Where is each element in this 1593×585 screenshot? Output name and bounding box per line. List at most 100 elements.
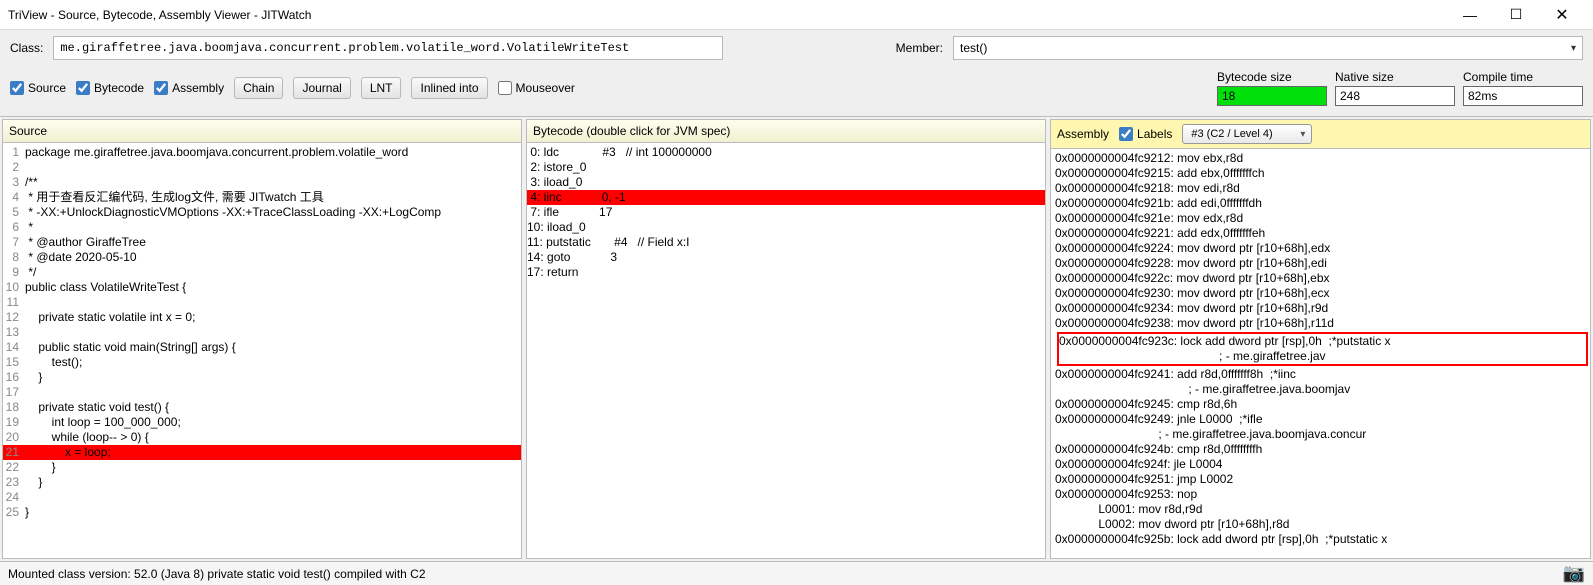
bytecode-line[interactable]: 7: ifle 17 xyxy=(527,205,1045,220)
line-text: int loop = 100_000_000; xyxy=(25,415,521,430)
source-line[interactable]: 13 xyxy=(3,325,521,340)
source-line[interactable]: 9 */ xyxy=(3,265,521,280)
bytecode-view[interactable]: 0: ldc #3 // int 100000000 2: istore_0 3… xyxy=(527,143,1045,558)
source-line[interactable]: 2 xyxy=(3,160,521,175)
source-line[interactable]: 1package me.giraffetree.java.boomjava.co… xyxy=(3,145,521,160)
line-text: } xyxy=(25,505,521,520)
line-number: 21 xyxy=(3,445,25,460)
source-line[interactable]: 21 x = loop; xyxy=(3,445,521,460)
assembly-line[interactable]: ; - me.giraffetree.java.boomjav xyxy=(1055,382,1590,397)
bytecode-line[interactable]: 14: goto 3 xyxy=(527,250,1045,265)
assembly-line[interactable]: 0x0000000004fc9218: mov edi,r8d xyxy=(1055,181,1590,196)
status-bar: Mounted class version: 52.0 (Java 8) pri… xyxy=(0,561,1593,585)
labels-checkbox[interactable]: Labels xyxy=(1119,127,1172,141)
source-line[interactable]: 14 public static void main(String[] args… xyxy=(3,340,521,355)
source-line[interactable]: 23 } xyxy=(3,475,521,490)
minimize-button[interactable]: — xyxy=(1447,0,1493,30)
bytecode-line[interactable]: 0: ldc #3 // int 100000000 xyxy=(527,145,1045,160)
line-text: test(); xyxy=(25,355,521,370)
line-text: public class VolatileWriteTest { xyxy=(25,280,521,295)
assembly-line[interactable]: 0x0000000004fc9245: cmp r8d,6h xyxy=(1055,397,1590,412)
assembly-line[interactable]: 0x0000000004fc921b: add edi,0fffffffdh xyxy=(1055,196,1590,211)
line-text xyxy=(25,160,521,175)
assembly-line[interactable]: 0x0000000004fc9230: mov dword ptr [r10+6… xyxy=(1055,286,1590,301)
assembly-line[interactable]: ; - me.giraffetree.jav xyxy=(1059,349,1586,364)
assembly-line[interactable]: 0x0000000004fc9249: jnle L0000 ;*ifle xyxy=(1055,412,1590,427)
camera-icon[interactable]: 📷 xyxy=(1563,563,1585,584)
source-line[interactable]: 8 * @date 2020-05-10 xyxy=(3,250,521,265)
bytecode-line[interactable]: 4: iinc 0, -1 xyxy=(527,190,1045,205)
native-size-value: 248 xyxy=(1335,86,1455,106)
assembly-line[interactable]: ; - me.giraffetree.java.boomjava.concur xyxy=(1055,427,1590,442)
line-number: 24 xyxy=(3,490,25,505)
line-number: 11 xyxy=(3,295,25,310)
assembly-line[interactable]: 0x0000000004fc9212: mov ebx,r8d xyxy=(1055,151,1590,166)
bytecode-line[interactable]: 2: istore_0 xyxy=(527,160,1045,175)
member-select[interactable]: test() ▾ xyxy=(953,36,1583,60)
source-line[interactable]: 17 xyxy=(3,385,521,400)
lnt-button[interactable]: LNT xyxy=(361,77,402,99)
assembly-checkbox[interactable]: Assembly xyxy=(154,81,224,95)
source-line[interactable]: 25} xyxy=(3,505,521,520)
source-line[interactable]: 19 int loop = 100_000_000; xyxy=(3,415,521,430)
source-line[interactable]: 6 * xyxy=(3,220,521,235)
source-line[interactable]: 3/** xyxy=(3,175,521,190)
source-code-view[interactable]: 1package me.giraffetree.java.boomjava.co… xyxy=(3,143,521,558)
assembly-line[interactable]: 0x0000000004fc924b: cmp r8d,0ffffffffh xyxy=(1055,442,1590,457)
assembly-line[interactable]: L0002: mov dword ptr [r10+68h],r8d xyxy=(1055,517,1590,532)
line-number: 17 xyxy=(3,385,25,400)
assembly-line[interactable]: 0x0000000004fc9224: mov dword ptr [r10+6… xyxy=(1055,241,1590,256)
assembly-line[interactable]: L0001: mov r8d,r9d xyxy=(1055,502,1590,517)
source-checkbox[interactable]: Source xyxy=(10,81,66,95)
line-text: */ xyxy=(25,265,521,280)
assembly-line[interactable]: 0x0000000004fc923c: lock add dword ptr [… xyxy=(1059,334,1586,349)
line-text: } xyxy=(25,370,521,385)
source-line[interactable]: 12 private static volatile int x = 0; xyxy=(3,310,521,325)
bytecode-line[interactable]: 17: return xyxy=(527,265,1045,280)
source-line[interactable]: 18 private static void test() { xyxy=(3,400,521,415)
assembly-pane: Assembly Labels #3 (C2 / Level 4) 0x0000… xyxy=(1050,119,1591,559)
line-number: 15 xyxy=(3,355,25,370)
assembly-line[interactable]: 0x0000000004fc9238: mov dword ptr [r10+6… xyxy=(1055,316,1590,331)
class-input[interactable] xyxy=(53,36,723,60)
assembly-line[interactable]: 0x0000000004fc922c: mov dword ptr [r10+6… xyxy=(1055,271,1590,286)
assembly-line[interactable]: 0x0000000004fc9253: nop xyxy=(1055,487,1590,502)
inlined-into-button[interactable]: Inlined into xyxy=(411,77,487,99)
source-line[interactable]: 5 * -XX:+UnlockDiagnosticVMOptions -XX:+… xyxy=(3,205,521,220)
chain-button[interactable]: Chain xyxy=(234,77,283,99)
assembly-view[interactable]: 0x0000000004fc9212: mov ebx,r8d0x0000000… xyxy=(1051,149,1590,558)
compile-time-stat: Compile time 82ms xyxy=(1463,70,1583,106)
close-button[interactable]: ✕ xyxy=(1539,0,1585,30)
assembly-line[interactable]: 0x0000000004fc921e: mov edx,r8d xyxy=(1055,211,1590,226)
compilation-select[interactable]: #3 (C2 / Level 4) xyxy=(1182,124,1312,144)
source-line[interactable]: 24 xyxy=(3,490,521,505)
assembly-line[interactable]: 0x0000000004fc9215: add ebx,0fffffffch xyxy=(1055,166,1590,181)
line-number: 2 xyxy=(3,160,25,175)
assembly-line[interactable]: 0x0000000004fc9241: add r8d,0fffffff8h ;… xyxy=(1055,367,1590,382)
source-line[interactable]: 7 * @author GiraffeTree xyxy=(3,235,521,250)
source-line[interactable]: 11 xyxy=(3,295,521,310)
assembly-line[interactable]: 0x0000000004fc925b: lock add dword ptr [… xyxy=(1055,532,1590,547)
maximize-button[interactable]: ☐ xyxy=(1493,0,1539,30)
bytecode-line[interactable]: 10: iload_0 xyxy=(527,220,1045,235)
bytecode-line[interactable]: 11: putstatic #4 // Field x:I xyxy=(527,235,1045,250)
toolbar-view-options: Source Bytecode Assembly Chain Journal L… xyxy=(0,66,1593,116)
source-line[interactable]: 10public class VolatileWriteTest { xyxy=(3,280,521,295)
assembly-line[interactable]: 0x0000000004fc9228: mov dword ptr [r10+6… xyxy=(1055,256,1590,271)
source-line[interactable]: 15 test(); xyxy=(3,355,521,370)
line-text xyxy=(25,325,521,340)
source-line[interactable]: 4 * 用于查看反汇编代码, 生成log文件, 需要 JITwatch 工具 xyxy=(3,190,521,205)
bytecode-checkbox[interactable]: Bytecode xyxy=(76,81,144,95)
source-line[interactable]: 16 } xyxy=(3,370,521,385)
assembly-line[interactable]: 0x0000000004fc9251: jmp L0002 xyxy=(1055,472,1590,487)
source-line[interactable]: 22 } xyxy=(3,460,521,475)
assembly-line[interactable]: 0x0000000004fc924f: jle L0004 xyxy=(1055,457,1590,472)
journal-button[interactable]: Journal xyxy=(293,77,350,99)
mouseover-checkbox[interactable]: Mouseover xyxy=(498,81,575,95)
line-number: 12 xyxy=(3,310,25,325)
tri-pane: Source 1package me.giraffetree.java.boom… xyxy=(0,116,1593,561)
assembly-line[interactable]: 0x0000000004fc9221: add edx,0fffffffeh xyxy=(1055,226,1590,241)
source-line[interactable]: 20 while (loop-- > 0) { xyxy=(3,430,521,445)
bytecode-line[interactable]: 3: iload_0 xyxy=(527,175,1045,190)
assembly-line[interactable]: 0x0000000004fc9234: mov dword ptr [r10+6… xyxy=(1055,301,1590,316)
